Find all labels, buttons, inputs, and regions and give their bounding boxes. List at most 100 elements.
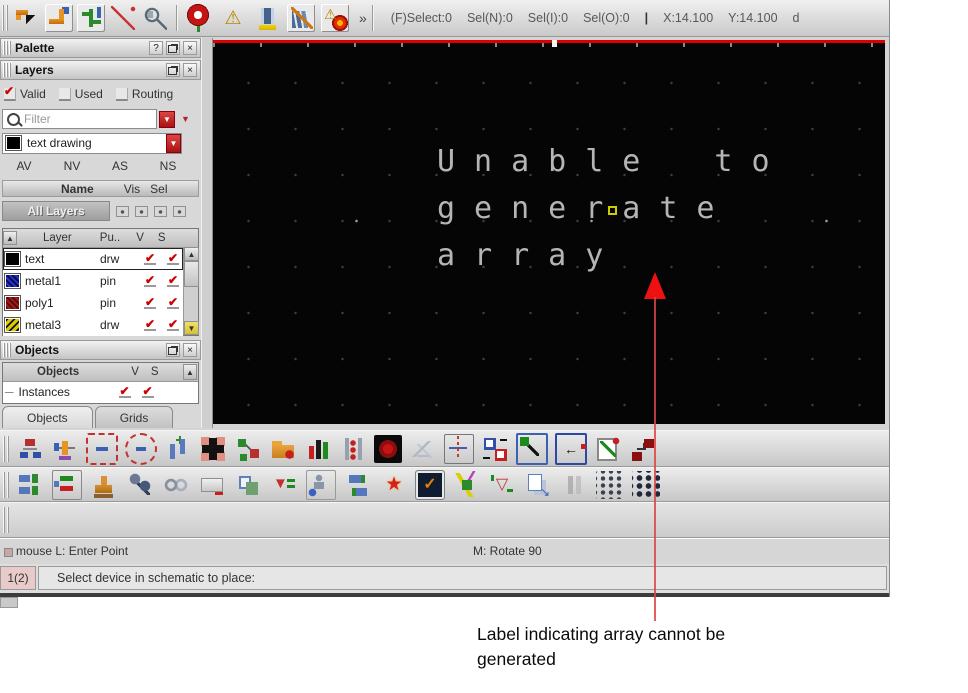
lamp-icon[interactable] — [253, 4, 281, 32]
annotate-books-icon[interactable] — [287, 4, 315, 32]
fire-warning-icon[interactable] — [321, 4, 349, 32]
check-icon[interactable]: ✔ — [116, 385, 134, 398]
checkbox-valid[interactable]: Valid — [4, 84, 46, 101]
layer-row-metal1[interactable]: metal1 pin ✔ ✔ — [3, 270, 183, 292]
toolbar-grip[interactable] — [3, 435, 10, 462]
selectability-check-icon[interactable]: ✔ — [164, 318, 182, 331]
layout-canvas[interactable]: Unable to generate array — [213, 40, 885, 424]
tab-grids[interactable]: Grids — [94, 406, 174, 428]
array-ring-icon[interactable] — [125, 432, 157, 465]
pins-icon[interactable] — [164, 434, 192, 463]
hierarchy-icon[interactable] — [16, 434, 44, 463]
stamp-icon[interactable] — [90, 470, 118, 499]
align-rows-icon[interactable] — [16, 470, 44, 499]
capsules-icon[interactable] — [344, 470, 372, 499]
tab-objects[interactable]: Objects — [2, 406, 93, 428]
selectability-check-icon[interactable]: ✔ — [164, 296, 182, 309]
checkbox-used[interactable]: Used — [58, 87, 103, 101]
set-button-ns[interactable]: NS — [144, 159, 192, 173]
toolbar-grip[interactable] — [3, 471, 10, 498]
filter-dropdown-button[interactable]: ▼ — [159, 110, 175, 128]
float-button[interactable] — [166, 41, 180, 55]
contact-icon[interactable] — [199, 434, 227, 463]
select-area-icon[interactable] — [516, 432, 548, 465]
layer-table-scrollbar[interactable]: ▲ ▼ — [183, 247, 199, 335]
triangle-arrows-icon[interactable] — [488, 470, 516, 499]
funnel-icon[interactable] — [270, 470, 298, 499]
scrollbar-thumb[interactable] — [184, 261, 199, 287]
scroll-up-icon[interactable]: ▲ — [183, 364, 197, 380]
scroll-down-icon[interactable]: ▼ — [184, 321, 199, 335]
close-button[interactable]: × — [183, 63, 197, 77]
panel-grip[interactable] — [3, 343, 11, 357]
all-layers-mini-icon[interactable] — [173, 205, 186, 217]
selectability-check-icon[interactable]: ✔ — [164, 274, 182, 287]
unchecked-box-icon[interactable] — [58, 87, 71, 101]
all-layers-mini-icon[interactable] — [135, 205, 148, 217]
sort-arrow-icon[interactable]: ▲ — [3, 231, 17, 245]
all-layers-button[interactable]: All Layers — [2, 201, 110, 221]
stop-icon[interactable] — [185, 4, 213, 32]
visibility-check-icon[interactable]: ✔ — [141, 252, 159, 265]
check-icon[interactable]: ✔ — [139, 385, 157, 398]
reshape-icon[interactable] — [234, 434, 262, 463]
grid-dots-icon[interactable] — [596, 470, 624, 499]
checkbox-routing[interactable]: Routing — [115, 87, 173, 101]
unchecked-box-icon[interactable] — [115, 87, 128, 101]
toolbar-overflow-chevron[interactable]: » — [359, 10, 367, 26]
float-button[interactable] — [166, 343, 180, 357]
help-button[interactable]: ? — [149, 41, 163, 55]
close-button[interactable]: × — [183, 41, 197, 55]
tree-route-icon[interactable] — [77, 4, 105, 32]
globe-icon[interactable] — [374, 434, 402, 463]
objects-row-instances[interactable]: ─ Instances ✔ ✔ — [3, 382, 198, 402]
selectability-check-icon[interactable]: ✔ — [164, 252, 182, 265]
layer-row-text[interactable]: text drw ✔ ✔ — [3, 248, 183, 270]
grid-matrix-icon[interactable] — [632, 470, 660, 499]
bars-icon[interactable] — [304, 434, 332, 463]
edit-properties-icon[interactable] — [594, 434, 622, 463]
screen-check-icon[interactable] — [416, 470, 444, 499]
ladder-icon[interactable] — [339, 434, 367, 463]
filter-menu-arrow-icon[interactable]: ▼ — [181, 114, 190, 124]
box-rows-icon[interactable] — [52, 469, 82, 500]
scroll-up-icon[interactable]: ▲ — [184, 247, 199, 261]
set-button-nv[interactable]: NV — [48, 159, 96, 173]
sketch-icon[interactable] — [409, 434, 437, 463]
person-box-icon[interactable] — [306, 469, 336, 500]
layer-row-poly1[interactable]: poly1 pin ✔ ✔ — [3, 292, 183, 314]
panel-grip[interactable] — [3, 63, 11, 77]
active-layer-select[interactable]: text drawing ▼ — [2, 132, 182, 154]
cards-icon[interactable] — [234, 470, 262, 499]
create-route-icon[interactable] — [45, 4, 73, 32]
all-layers-mini-icon[interactable] — [154, 205, 167, 217]
toolbar-grip[interactable] — [3, 507, 10, 533]
back-box-icon[interactable] — [555, 432, 587, 465]
checked-box-icon[interactable] — [4, 84, 16, 101]
panel-grip[interactable] — [3, 41, 11, 55]
crosshair-icon[interactable] — [444, 433, 474, 464]
layer-row-metal3[interactable]: metal3 drw ✔ ✔ — [3, 314, 183, 336]
float-button[interactable] — [166, 63, 180, 77]
layer-dropdown-button[interactable]: ▼ — [166, 133, 181, 153]
array-box-icon[interactable] — [86, 432, 118, 465]
gray-bars-icon[interactable] — [560, 470, 588, 499]
mail-route-icon[interactable] — [198, 470, 226, 499]
instance-pin-icon[interactable] — [51, 434, 79, 463]
all-layers-mini-icon[interactable] — [116, 205, 129, 217]
chain-icon[interactable] — [162, 470, 190, 499]
page-copy-icon[interactable] — [524, 470, 552, 499]
visibility-check-icon[interactable]: ✔ — [141, 274, 159, 287]
search-tools-icon[interactable] — [141, 4, 169, 32]
toolbar-grip[interactable] — [2, 5, 9, 31]
close-button[interactable]: × — [183, 343, 197, 357]
swap-views-icon[interactable] — [481, 434, 509, 463]
window-resize-nub[interactable] — [0, 597, 18, 608]
set-button-as[interactable]: AS — [96, 159, 144, 173]
select-mode-icon[interactable] — [13, 4, 41, 32]
visibility-check-icon[interactable]: ✔ — [141, 318, 159, 331]
wire-lightning-icon[interactable] — [452, 470, 480, 499]
panel-splitter[interactable] — [201, 38, 213, 428]
probe-icon[interactable] — [109, 4, 137, 32]
open-folder-icon[interactable] — [269, 434, 297, 463]
